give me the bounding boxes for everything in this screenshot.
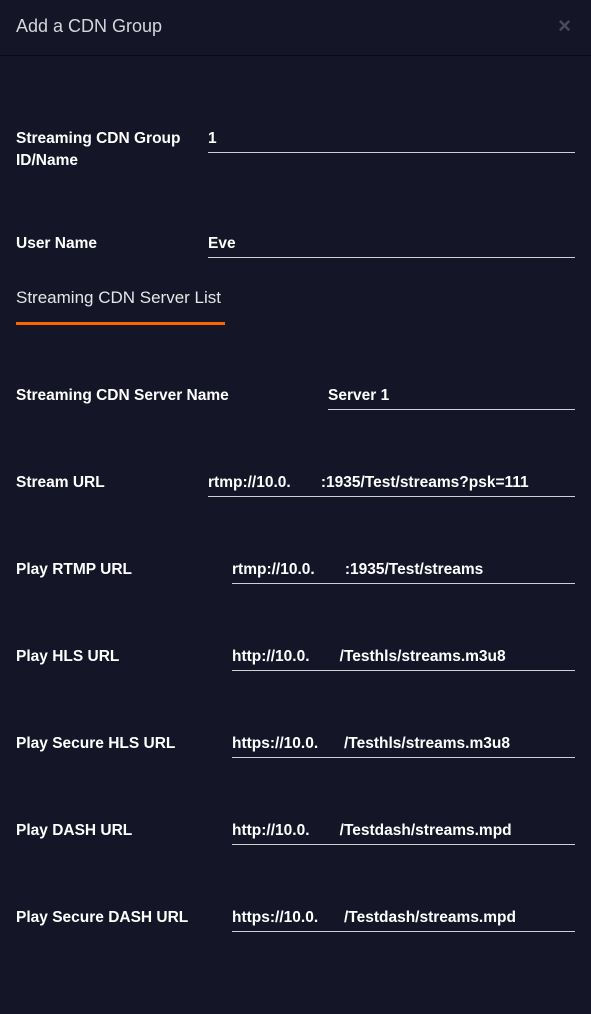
- user-name-input-wrap: [208, 233, 575, 258]
- play-rtmp-url-input-wrap: [232, 559, 575, 584]
- stream-url-label: Stream URL: [16, 472, 208, 494]
- field-server-name: Streaming CDN Server Name: [16, 385, 575, 410]
- field-play-secure-hls-url: Play Secure HLS URL: [16, 733, 575, 758]
- user-name-input[interactable]: [208, 233, 575, 258]
- user-name-label: User Name: [16, 233, 208, 255]
- close-icon[interactable]: ×: [554, 15, 575, 37]
- group-id-name-input-wrap: [208, 128, 575, 153]
- group-id-name-label: Streaming CDN Group ID/Name: [16, 128, 208, 171]
- field-play-dash-url: Play DASH URL: [16, 820, 575, 845]
- play-secure-hls-url-label: Play Secure HLS URL: [16, 733, 232, 755]
- play-secure-hls-url-input[interactable]: [232, 733, 575, 758]
- play-dash-url-label: Play DASH URL: [16, 820, 232, 842]
- group-id-name-input[interactable]: [208, 128, 575, 153]
- play-secure-dash-url-input-wrap: [232, 907, 575, 932]
- field-user-name: User Name: [16, 233, 575, 258]
- field-play-secure-dash-url: Play Secure DASH URL: [16, 907, 575, 932]
- modal-title: Add a CDN Group: [16, 16, 162, 37]
- play-hls-url-input-wrap: [232, 646, 575, 671]
- play-dash-url-input[interactable]: [232, 820, 575, 845]
- play-secure-hls-url-input-wrap: [232, 733, 575, 758]
- field-play-hls-url: Play HLS URL: [16, 646, 575, 671]
- stream-url-input[interactable]: [208, 472, 575, 497]
- play-secure-dash-url-input[interactable]: [232, 907, 575, 932]
- play-hls-url-label: Play HLS URL: [16, 646, 232, 668]
- field-stream-url: Stream URL: [16, 472, 575, 497]
- play-dash-url-input-wrap: [232, 820, 575, 845]
- field-group-id-name: Streaming CDN Group ID/Name: [16, 128, 575, 171]
- server-name-label: Streaming CDN Server Name: [16, 385, 328, 407]
- modal-body: Streaming CDN Group ID/Name User Name St…: [0, 56, 591, 1014]
- server-name-input-wrap: [328, 385, 575, 410]
- stream-url-input-wrap: [208, 472, 575, 497]
- server-name-input[interactable]: [328, 385, 575, 410]
- play-rtmp-url-label: Play RTMP URL: [16, 559, 232, 581]
- play-hls-url-input[interactable]: [232, 646, 575, 671]
- tab-server-list[interactable]: Streaming CDN Server List: [16, 288, 225, 325]
- server-section: Streaming CDN Server Name Stream URL Pla…: [16, 385, 575, 932]
- play-rtmp-url-input[interactable]: [232, 559, 575, 584]
- modal-header: Add a CDN Group ×: [0, 0, 591, 56]
- field-play-rtmp-url: Play RTMP URL: [16, 559, 575, 584]
- play-secure-dash-url-label: Play Secure DASH URL: [16, 907, 232, 929]
